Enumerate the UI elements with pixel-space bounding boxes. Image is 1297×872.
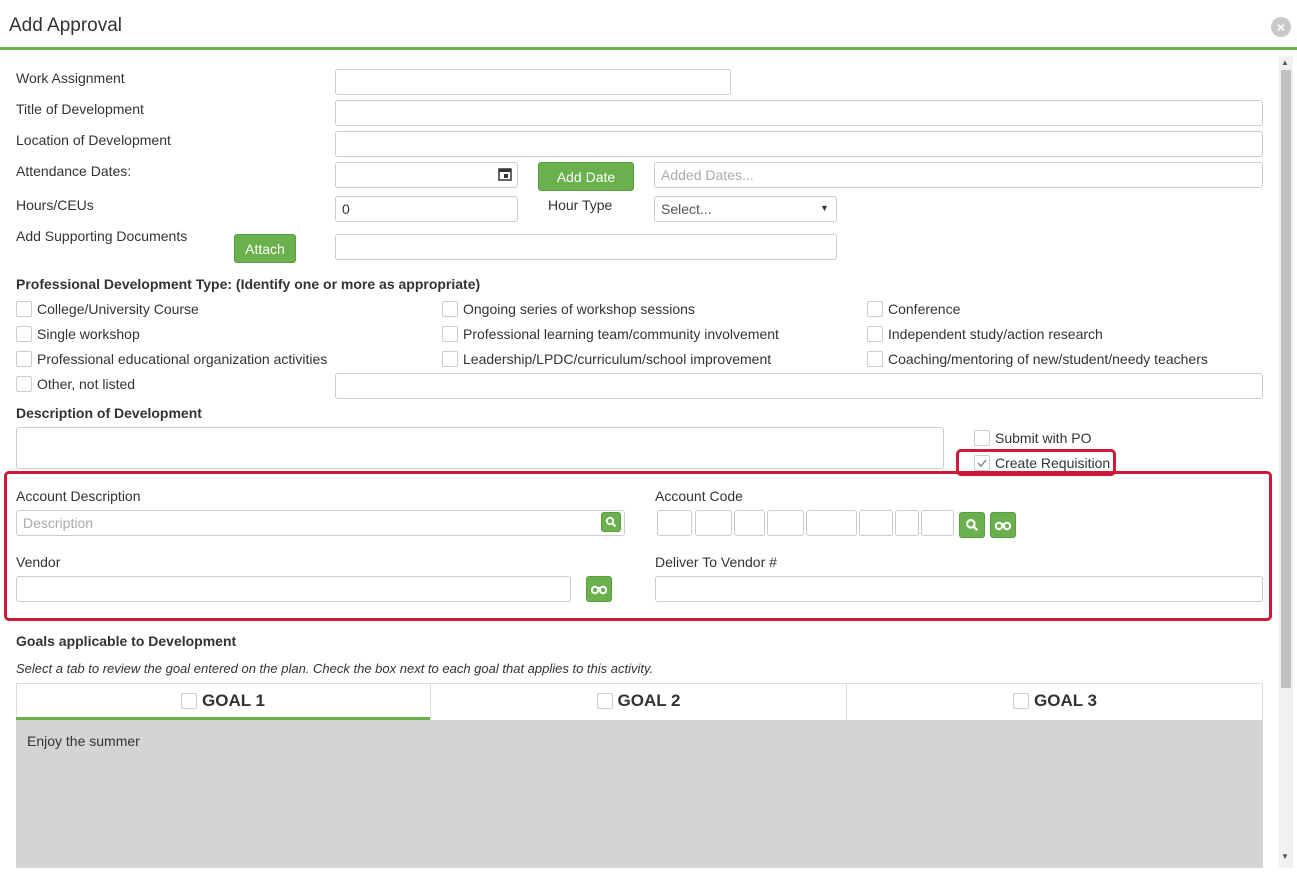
pd-option-checkbox[interactable] [16, 301, 32, 317]
account-code-segment[interactable] [695, 510, 732, 536]
hours-input[interactable]: 0 [335, 196, 518, 222]
tab-goal-1-label: GOAL 1 [202, 691, 265, 710]
account-code-segment[interactable] [921, 510, 954, 536]
attach-button[interactable]: Attach [234, 234, 296, 263]
goals-instructions: Select a tab to review the goal entered … [16, 661, 654, 676]
hours-label: Hours/CEUs [16, 197, 94, 213]
chevron-down-icon[interactable]: ▼ [820, 203, 829, 213]
pd-option-label: Independent study/action research [888, 326, 1103, 342]
close-icon[interactable]: × [1271, 17, 1291, 37]
pd-option-checkbox[interactable] [442, 301, 458, 317]
pd-option-checkbox[interactable] [442, 326, 458, 342]
goal-2-checkbox[interactable] [596, 693, 613, 709]
dialog-header [0, 0, 1297, 50]
create-requisition-checkbox[interactable] [974, 455, 990, 471]
vendor-label: Vendor [16, 554, 61, 570]
account-description-label: Account Description [16, 488, 141, 504]
tab-goal-3-label: GOAL 3 [1034, 691, 1097, 710]
title-label: Title of Development [16, 101, 144, 117]
hour-type-select[interactable]: Select... [654, 196, 837, 222]
goal-content-panel [16, 720, 1263, 868]
submit-po-checkbox[interactable] [974, 430, 990, 446]
work-assignment-label: Work Assignment [16, 70, 125, 86]
scroll-down-icon[interactable]: ▼ [1281, 852, 1289, 861]
goal-1-checkbox[interactable] [181, 693, 197, 709]
goal-3-checkbox[interactable] [1013, 693, 1029, 709]
binoculars-icon[interactable] [586, 576, 612, 602]
account-code-segment[interactable] [806, 510, 857, 536]
scroll-up-icon[interactable]: ▲ [1281, 58, 1289, 67]
description-textarea[interactable] [16, 427, 944, 469]
add-date-button[interactable]: Add Date [538, 162, 634, 191]
pd-option-label: Professional learning team/community inv… [463, 326, 779, 342]
tab-goal-1[interactable]: GOAL 1 [16, 684, 430, 718]
pd-option-checkbox[interactable] [867, 301, 883, 317]
title-input[interactable] [335, 100, 1263, 126]
deliver-to-vendor-input[interactable] [655, 576, 1263, 602]
pd-option-label: Ongoing series of workshop sessions [463, 301, 695, 317]
pd-option-label: Professional educational organization ac… [37, 351, 328, 367]
tab-goal-2[interactable]: GOAL 2 [431, 684, 846, 718]
pd-type-heading: Professional Development Type: (Identify… [16, 276, 481, 292]
deliver-to-vendor-label: Deliver To Vendor # [655, 554, 777, 570]
account-code-segment[interactable] [767, 510, 804, 536]
attendance-label: Attendance Dates: [16, 163, 132, 179]
pd-option-checkbox[interactable] [16, 351, 32, 367]
goal-text: Enjoy the summer [27, 733, 140, 749]
check-icon [977, 459, 987, 468]
work-assignment-input[interactable] [335, 69, 731, 95]
tab-goal-2-label: GOAL 2 [617, 691, 681, 710]
calendar-icon[interactable] [498, 167, 512, 186]
pd-option-checkbox[interactable] [16, 376, 32, 392]
account-code-label: Account Code [655, 488, 743, 504]
scrollbar-thumb[interactable] [1281, 70, 1291, 688]
attachment-field[interactable] [335, 234, 837, 260]
pd-option-label: Leadership/LPDC/curriculum/school improv… [463, 351, 772, 367]
supporting-docs-label: Add Supporting Documents [16, 228, 188, 244]
account-code-segment[interactable] [859, 510, 893, 536]
account-description-input[interactable]: Description [16, 510, 625, 536]
search-icon[interactable] [959, 512, 985, 538]
submit-po-label: Submit with PO [995, 430, 1092, 446]
account-code-segment[interactable] [895, 510, 919, 536]
pd-option-label: Coaching/mentoring of new/student/needy … [888, 351, 1208, 367]
other-input[interactable] [335, 373, 1263, 399]
location-input[interactable] [335, 131, 1263, 157]
goals-heading: Goals applicable to Development [16, 633, 237, 649]
pd-option-checkbox[interactable] [867, 326, 883, 342]
hour-type-label: Hour Type [548, 197, 613, 213]
added-dates-field: Added Dates... [654, 162, 1263, 188]
pd-option-label: Other, not listed [37, 376, 136, 392]
search-icon[interactable] [601, 512, 621, 532]
description-heading: Description of Development [16, 405, 202, 421]
tab-goal-3[interactable]: GOAL 3 [847, 684, 1263, 718]
pd-option-checkbox[interactable] [867, 351, 883, 367]
dialog-title: Add Approval [9, 15, 123, 36]
binoculars-icon[interactable] [990, 512, 1016, 538]
pd-option-label: Single workshop [37, 326, 140, 342]
pd-option-checkbox[interactable] [442, 351, 458, 367]
location-label: Location of Development [16, 132, 171, 148]
account-code-segment[interactable] [657, 510, 692, 536]
account-code-segment[interactable] [734, 510, 765, 536]
date-input[interactable] [335, 162, 518, 188]
pd-option-label: Conference [888, 301, 961, 317]
create-requisition-label: Create Requisition [995, 455, 1111, 471]
pd-option-label: College/University Course [37, 301, 199, 317]
vendor-input[interactable] [16, 576, 571, 602]
pd-option-checkbox[interactable] [16, 326, 32, 342]
